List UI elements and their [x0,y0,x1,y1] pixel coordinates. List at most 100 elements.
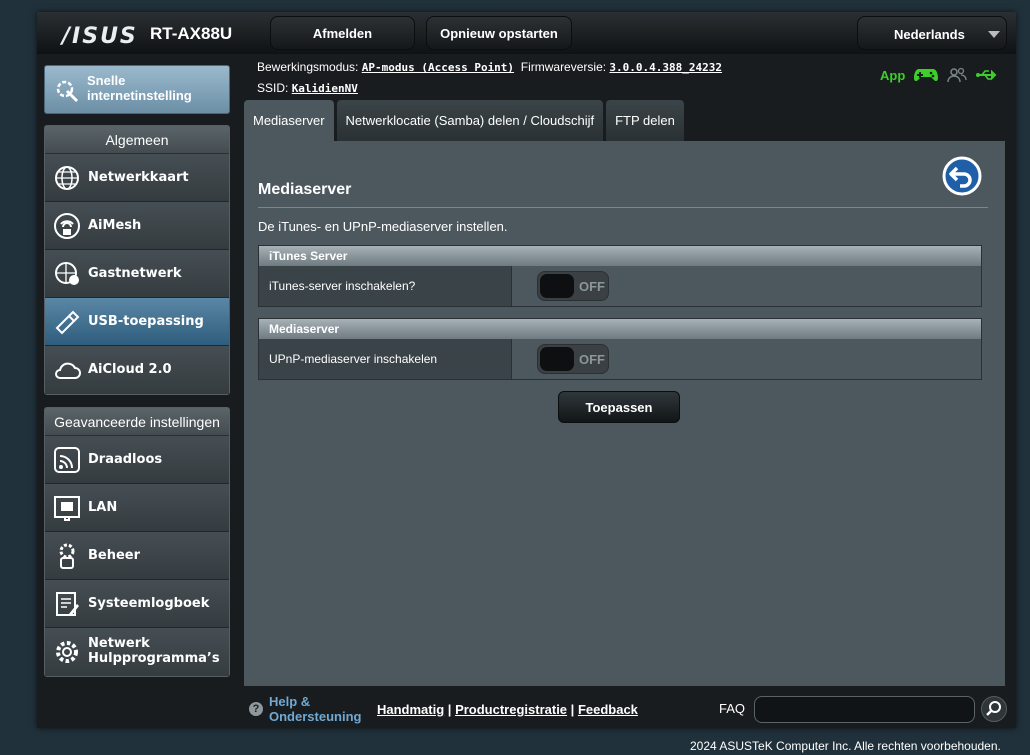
sidebar-item-usb-application[interactable]: USB-toepassing [45,298,229,346]
table-row: iTunes-server inschakelen? OFF [259,266,981,306]
reboot-button[interactable]: Opnieuw opstarten [426,16,572,50]
sidebar-item-label: AiMesh [88,218,142,233]
quick-internet-setup[interactable]: Snelle internetinstelling [44,65,230,114]
firmware-link[interactable]: 3.0.0.4.388_24232 [609,61,722,74]
sidebar-item-label: Systeemlogboek [88,596,210,611]
registration-link[interactable]: Productregistratie [455,702,567,717]
content-panel: Mediaserver De iTunes- en UPnP-mediaserv… [244,141,1005,686]
sidebar-item-network-tools[interactable]: Netwerk Hulpprogramma’s [45,628,229,676]
page-description: De iTunes- en UPnP-mediaserver instellen… [258,219,508,234]
sidebar-item-label: USB-toepassing [88,314,204,329]
language-value: Nederlands [894,27,965,42]
tab-samba-share[interactable]: Netwerklocatie (Samba) delen / Cloudschi… [336,100,604,141]
itunes-toggle[interactable]: OFF [537,271,609,301]
tools-gear-icon [56,641,78,663]
status-info: Bewerkingsmodus: AP-modus (Access Point)… [257,57,722,99]
firmware-label: Firmwareversie: [520,60,607,74]
mode-label: Bewerkingsmodus: [257,60,359,74]
faq-search-input[interactable] [754,696,975,723]
faq-label: FAQ [719,701,746,716]
app-link[interactable]: App [880,68,905,83]
sidebar-item-administration[interactable]: Beheer [45,532,229,580]
general-menu: Algemeen Netwerkkaart AiMesh Gastnetwerk… [44,125,230,395]
router-frame: /ISUS RT-AX88U Afmelden Opnieuw opstarte… [37,12,1016,728]
question-icon: ? [249,702,263,716]
chevron-down-icon [988,31,1000,38]
cloud-icon [55,362,81,379]
gamepad-icon[interactable] [914,67,939,83]
sidebar-item-lan[interactable]: LAN [45,484,229,532]
itunes-value-cell: OFF [512,266,981,306]
link-separator: | [447,702,452,717]
upnp-toggle[interactable]: OFF [537,344,609,374]
mesh-icon [54,213,80,239]
lan-icon [54,496,80,521]
sidebar-item-label: AiCloud 2.0 [88,362,172,377]
itunes-server-table: iTunes Server iTunes-server inschakelen?… [258,245,982,307]
manual-link[interactable]: Handmatig [377,702,444,717]
usb-icon[interactable] [976,68,998,82]
sidebar-item-label: Beheer [88,548,141,563]
toggle-knob [540,274,574,298]
guest-globe-icon [55,262,79,285]
quick-label-1: Snelle [87,73,126,88]
sidebar-item-aicloud[interactable]: AiCloud 2.0 [45,346,229,394]
toggle-state: OFF [579,352,605,367]
language-select[interactable]: Nederlands [857,16,1007,50]
logout-button[interactable]: Afmelden [270,16,415,50]
tab-bar: Mediaserver Netwerklocatie (Samba) delen… [244,100,684,141]
sidebar-item-network-map[interactable]: Netwerkkaart [45,154,229,202]
upnp-value-cell: OFF [512,339,981,379]
back-arrow-icon[interactable] [942,156,982,196]
apply-button[interactable]: Toepassen [558,391,680,423]
ssid-label: SSID: [257,81,289,95]
sidebar-item-wireless[interactable]: Draadloos [45,436,229,484]
tab-media-server[interactable]: Mediaserver [244,100,334,141]
admin-gear-icon [59,543,75,569]
top-bar: /ISUS RT-AX88U Afmelden Opnieuw opstarte… [37,12,1016,54]
general-title: Algemeen [45,126,229,154]
toggle-knob [540,347,574,371]
search-icon [986,701,1001,716]
status-icons: App [880,67,998,83]
sidebar-item-aimesh[interactable]: AiMesh [45,202,229,250]
sidebar-item-label: Draadloos [88,452,163,467]
upnp-enable-label: UPnP-mediaserver inschakelen [259,339,512,379]
clients-icon[interactable] [947,67,967,83]
toggle-state: OFF [579,279,605,294]
feedback-link[interactable]: Feedback [578,702,638,717]
network-tools-label-1: Netwerk [88,636,150,651]
network-tools-label-2: Hulpprogramma’s [88,651,220,666]
itunes-section-header: iTunes Server [259,246,981,266]
page-title: Mediaserver [258,181,352,198]
wizard-icon [56,80,79,103]
sidebar-item-label: Netwerkkaart [88,170,189,185]
sidebar-item-guest-network[interactable]: Gastnetwerk [45,250,229,298]
mode-link[interactable]: AP-modus (Access Point) [362,61,514,74]
copyright: 2024 ASUSTeK Computer Inc. Alle rechten … [690,739,1001,753]
search-button[interactable] [981,696,1007,722]
sidebar-item-label: LAN [88,500,118,515]
sidebar-item-label: Gastnetwerk [88,266,182,281]
link-separator: | [570,702,575,717]
help-support[interactable]: ? Help & Ondersteuning [249,694,361,724]
media-section-header: Mediaserver [259,319,981,339]
table-row: UPnP-mediaserver inschakelen OFF [259,339,981,379]
help-label-2: Ondersteuning [269,709,362,724]
media-server-table: Mediaserver UPnP-mediaserver inschakelen… [258,318,982,380]
footer-links: Handmatig | Productregistratie | Feedbac… [377,702,638,717]
title-divider [258,207,988,208]
asus-logo: /ISUS [62,24,138,49]
tab-ftp-share[interactable]: FTP delen [606,100,684,141]
globe-icon [55,166,79,190]
quick-label-2: internetinstelling [87,88,192,103]
help-label-1: Help & [269,694,311,709]
model-name: RT-AX88U [150,24,233,43]
ssid-link[interactable]: KalidienNV [292,82,358,95]
itunes-enable-label: iTunes-server inschakelen? [259,266,512,306]
usb-stick-icon [55,310,80,335]
sidebar-item-system-log[interactable]: Systeemlogboek [45,580,229,628]
advanced-menu: Geavanceerde instellingen Draadloos LAN … [44,407,230,677]
log-icon [56,592,79,616]
wireless-icon [54,447,80,473]
